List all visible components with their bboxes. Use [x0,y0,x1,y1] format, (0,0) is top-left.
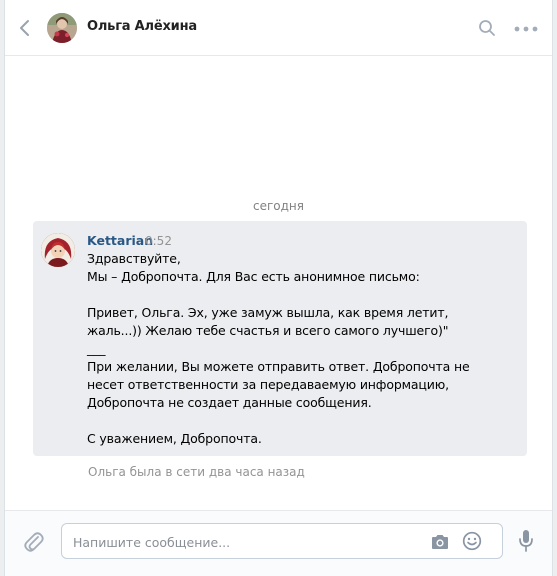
chat-header: Ольга Алёхина [5,0,552,56]
online-status: Ольга была в сети два часа назад [88,465,305,479]
message-composer [5,510,552,576]
author-avatar[interactable] [41,233,75,267]
voice-message-button[interactable] [518,529,534,553]
message-time[interactable]: 0:52 [145,234,172,248]
more-button[interactable] [514,21,538,35]
message-item[interactable]: Kettarian 0:52 Здравствуйте, Мы – Доброп… [33,221,527,456]
microphone-icon [519,530,533,552]
more-dots-icon [514,26,538,32]
chevron-left-icon [20,20,29,36]
back-button[interactable] [17,18,33,38]
contact-name[interactable]: Ольга Алёхина [87,19,197,34]
date-divider: сегодня [253,199,304,213]
attach-button[interactable] [23,529,45,555]
message-author[interactable]: Kettarian [87,233,153,248]
message-input-box[interactable] [61,523,503,559]
smiley-icon [462,531,482,551]
paperclip-icon [24,532,44,552]
emoji-button[interactable] [462,531,482,551]
message-input[interactable] [73,533,413,551]
camera-button[interactable] [430,533,450,551]
contact-avatar[interactable] [47,13,77,43]
search-button[interactable] [478,19,496,37]
message-text: Здравствуйте, Мы – Добропочта. Для Вас е… [87,251,470,446]
search-icon [479,20,495,36]
camera-icon [432,535,448,549]
chat-window: Ольга Алёхина сегодня Kettarian 0:52 Здр… [4,0,553,576]
